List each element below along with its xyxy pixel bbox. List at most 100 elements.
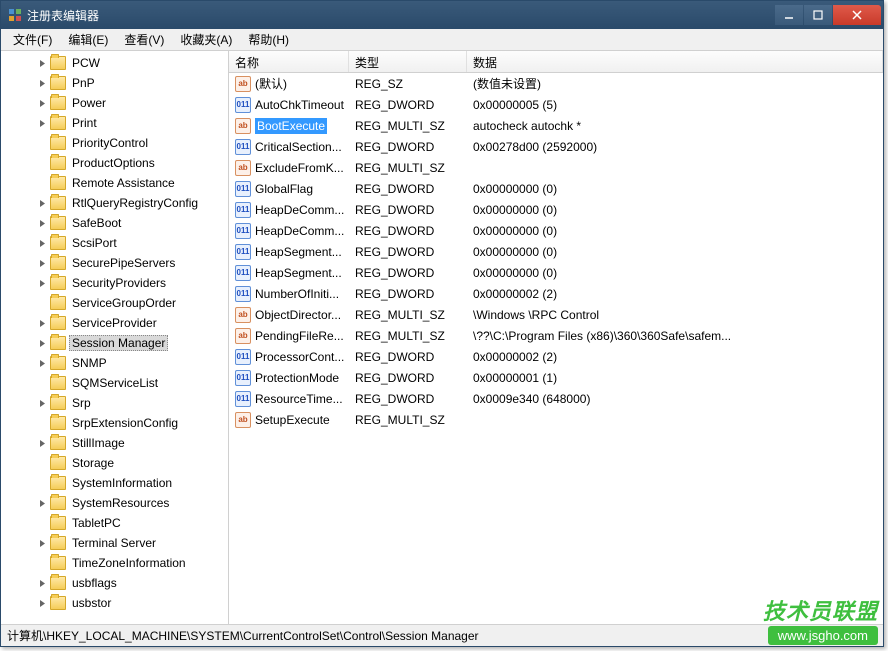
list-row[interactable]: 011NumberOfIniti...REG_DWORD0x00000002 (… <box>229 283 883 304</box>
menu-item[interactable]: 查看(V) <box>116 29 172 50</box>
tree-item[interactable]: PnP <box>1 73 228 93</box>
list-row[interactable]: abObjectDirector...REG_MULTI_SZ\Windows … <box>229 304 883 325</box>
tree-item[interactable]: Srp <box>1 393 228 413</box>
expander-icon[interactable] <box>37 538 48 549</box>
binary-value-icon: 011 <box>235 391 251 407</box>
value-name: ExcludeFromK... <box>255 161 344 175</box>
tree-item[interactable]: SafeBoot <box>1 213 228 233</box>
tree-item[interactable]: StillImage <box>1 433 228 453</box>
tree-item-label: ScsiPort <box>69 235 120 251</box>
expander-icon[interactable] <box>37 498 48 509</box>
tree-item[interactable]: Power <box>1 93 228 113</box>
tree-item[interactable]: usbflags <box>1 573 228 593</box>
folder-icon <box>50 196 66 210</box>
list-row[interactable]: abBootExecuteREG_MULTI_SZautocheck autoc… <box>229 115 883 136</box>
expander-icon[interactable] <box>37 338 48 349</box>
titlebar[interactable]: 注册表编辑器 <box>1 1 883 29</box>
list-row[interactable]: ab(默认)REG_SZ(数值未设置) <box>229 73 883 94</box>
expander-icon[interactable] <box>37 218 48 229</box>
tree-item[interactable]: SystemInformation <box>1 473 228 493</box>
folder-icon <box>50 116 66 130</box>
folder-icon <box>50 536 66 550</box>
menu-item[interactable]: 帮助(H) <box>240 29 297 50</box>
tree-item[interactable]: ScsiPort <box>1 233 228 253</box>
close-button[interactable] <box>833 5 881 25</box>
tree-item[interactable]: PCW <box>1 53 228 73</box>
tree-item[interactable]: SecurePipeServers <box>1 253 228 273</box>
value-name: HeapDeComm... <box>255 224 344 238</box>
tree-item[interactable]: Session Manager <box>1 333 228 353</box>
binary-value-icon: 011 <box>235 139 251 155</box>
expander-icon[interactable] <box>37 58 48 69</box>
tree-item[interactable]: SystemResources <box>1 493 228 513</box>
expander-icon[interactable] <box>37 238 48 249</box>
list-row[interactable]: 011AutoChkTimeoutREG_DWORD0x00000005 (5) <box>229 94 883 115</box>
tree-item[interactable]: ProductOptions <box>1 153 228 173</box>
tree-item-label: Storage <box>69 455 117 471</box>
tree-item[interactable]: ServiceGroupOrder <box>1 293 228 313</box>
expander-icon[interactable] <box>37 118 48 129</box>
expander-icon[interactable] <box>37 198 48 209</box>
list-row[interactable]: abPendingFileRe...REG_MULTI_SZ\??\C:\Pro… <box>229 325 883 346</box>
tree-item[interactable]: SNMP <box>1 353 228 373</box>
tree-item-label: SrpExtensionConfig <box>69 415 181 431</box>
expander-icon[interactable] <box>37 78 48 89</box>
tree-item[interactable]: Print <box>1 113 228 133</box>
tree-pane[interactable]: PCWPnPPower Print PriorityControl ProductOp… <box>1 51 229 624</box>
column-header-data[interactable]: 数据 <box>467 51 883 72</box>
tree-item[interactable]: Remote Assistance <box>1 173 228 193</box>
list-row[interactable]: 011GlobalFlagREG_DWORD0x00000000 (0) <box>229 178 883 199</box>
expander-icon[interactable] <box>37 358 48 369</box>
column-header-type[interactable]: 类型 <box>349 51 467 72</box>
expander-icon[interactable] <box>37 278 48 289</box>
list-row[interactable]: 011HeapSegment...REG_DWORD0x00000000 (0) <box>229 262 883 283</box>
list-row[interactable]: 011ResourceTime...REG_DWORD0x0009e340 (6… <box>229 388 883 409</box>
tree-item-label: Session Manager <box>69 335 168 351</box>
tree-item-label: ServiceProvider <box>69 315 160 331</box>
value-name: HeapSegment... <box>255 245 342 259</box>
tree-item[interactable]: usbstor <box>1 593 228 613</box>
tree-item[interactable]: Storage <box>1 453 228 473</box>
list-row[interactable]: abExcludeFromK...REG_MULTI_SZ <box>229 157 883 178</box>
maximize-button[interactable] <box>804 5 832 25</box>
list-row[interactable]: 011ProcessorCont...REG_DWORD0x00000002 (… <box>229 346 883 367</box>
expander-icon[interactable] <box>37 438 48 449</box>
list-row[interactable]: 011HeapDeComm...REG_DWORD0x00000000 (0) <box>229 199 883 220</box>
menu-item[interactable]: 收藏夹(A) <box>172 29 240 50</box>
expander-icon[interactable] <box>37 398 48 409</box>
list-body[interactable]: ab(默认)REG_SZ(数值未设置)011AutoChkTimeoutREG_… <box>229 73 883 624</box>
folder-icon <box>50 356 66 370</box>
expander-icon[interactable] <box>37 98 48 109</box>
value-data: 0x00000000 (0) <box>467 245 883 259</box>
tree-item[interactable]: TabletPC <box>1 513 228 533</box>
tree-item[interactable]: ServiceProvider <box>1 313 228 333</box>
tree-item[interactable]: SrpExtensionConfig <box>1 413 228 433</box>
tree-item[interactable]: PriorityControl <box>1 133 228 153</box>
tree-item-label: Print <box>69 115 100 131</box>
list-row[interactable]: abSetupExecuteREG_MULTI_SZ <box>229 409 883 430</box>
tree-item-label: PriorityControl <box>69 135 151 151</box>
value-name: ResourceTime... <box>255 392 343 406</box>
tree-item[interactable]: TimeZoneInformation <box>1 553 228 573</box>
menu-item[interactable]: 文件(F) <box>5 29 60 50</box>
column-header-name[interactable]: 名称 <box>229 51 349 72</box>
list-row[interactable]: 011HeapSegment...REG_DWORD0x00000000 (0) <box>229 241 883 262</box>
value-data: autocheck autochk * <box>467 119 883 133</box>
tree-item[interactable]: Terminal Server <box>1 533 228 553</box>
list-row[interactable]: 011CriticalSection...REG_DWORD0x00278d00… <box>229 136 883 157</box>
expander-icon <box>37 518 48 529</box>
tree-item[interactable]: SecurityProviders <box>1 273 228 293</box>
expander-icon[interactable] <box>37 318 48 329</box>
list-pane: 名称 类型 数据 ab(默认)REG_SZ(数值未设置)011AutoChkTi… <box>229 51 883 624</box>
expander-icon[interactable] <box>37 578 48 589</box>
menu-item[interactable]: 编辑(E) <box>60 29 116 50</box>
minimize-button[interactable] <box>775 5 803 25</box>
list-row[interactable]: 011ProtectionModeREG_DWORD0x00000001 (1) <box>229 367 883 388</box>
folder-icon <box>50 276 66 290</box>
expander-icon[interactable] <box>37 598 48 609</box>
tree-item[interactable]: SQMServiceList <box>1 373 228 393</box>
expander-icon[interactable] <box>37 258 48 269</box>
list-row[interactable]: 011HeapDeComm...REG_DWORD0x00000000 (0) <box>229 220 883 241</box>
tree-item[interactable]: RtlQueryRegistryConfig <box>1 193 228 213</box>
value-type: REG_DWORD <box>349 245 467 259</box>
